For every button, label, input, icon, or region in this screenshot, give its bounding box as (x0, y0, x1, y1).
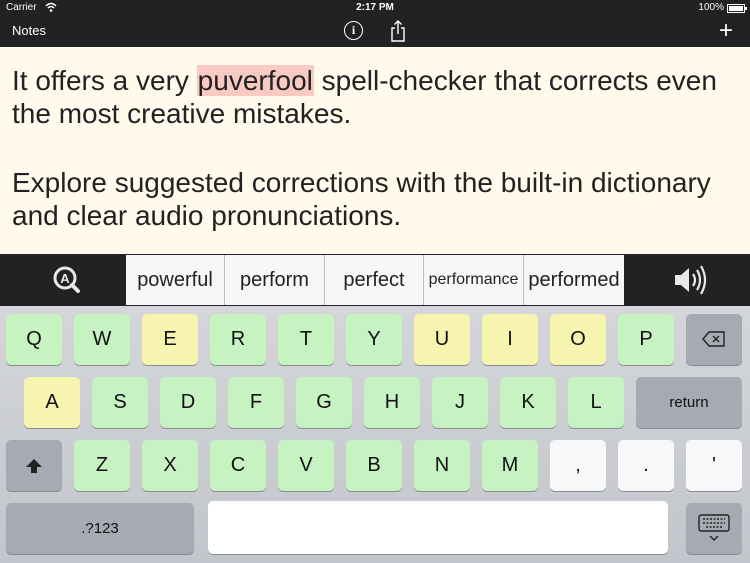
key-d[interactable]: D (160, 377, 216, 428)
note-text-area[interactable]: It offers a very puverfool spell-checker… (0, 47, 750, 254)
add-note-button[interactable]: + (719, 17, 733, 45)
svg-text:A: A (60, 271, 70, 286)
return-key[interactable]: return (636, 377, 742, 428)
suggestion-item[interactable]: powerful (126, 255, 225, 305)
suggestion-item[interactable]: performance (424, 255, 524, 305)
numbers-key[interactable]: .?123 (6, 503, 194, 554)
key-l[interactable]: L (568, 377, 624, 428)
backspace-icon (702, 331, 725, 347)
info-icon[interactable]: i (344, 21, 363, 40)
status-time: 2:17 PM (356, 2, 394, 13)
suggestion-item[interactable]: perform (225, 255, 325, 305)
misspelled-word[interactable]: puverfool (196, 65, 314, 96)
key-k[interactable]: K (500, 377, 556, 428)
key-comma[interactable]: , (550, 440, 606, 491)
keyboard: Q W E R T Y U I O P A S D F G H J K L re… (0, 306, 750, 563)
key-period[interactable]: . (618, 440, 674, 491)
space-bar[interactable] (208, 501, 668, 554)
shift-icon (26, 459, 42, 473)
key-apostrophe[interactable]: ' (686, 440, 742, 491)
suggestion-bar: A powerful perform perfect performance p… (0, 254, 750, 306)
key-g[interactable]: G (296, 377, 352, 428)
key-c[interactable]: C (210, 440, 266, 491)
key-r[interactable]: R (210, 314, 266, 365)
status-bar: Carrier 2:17 PM 100% (0, 0, 750, 16)
note-paragraph-2: Explore suggested corrections with the b… (12, 167, 711, 231)
key-q[interactable]: Q (6, 314, 62, 365)
key-b[interactable]: B (346, 440, 402, 491)
suggestion-item[interactable]: performed (524, 255, 624, 305)
key-a[interactable]: A (24, 377, 80, 428)
navigation-bar: Notes i + (0, 16, 750, 47)
key-i[interactable]: I (482, 314, 538, 365)
key-v[interactable]: V (278, 440, 334, 491)
note-paragraph-1: It offers a very puverfool spell-checker… (12, 64, 732, 130)
key-h[interactable]: H (364, 377, 420, 428)
key-z[interactable]: Z (74, 440, 130, 491)
key-o[interactable]: O (550, 314, 606, 365)
key-j[interactable]: J (432, 377, 488, 428)
key-x[interactable]: X (142, 440, 198, 491)
dismiss-keyboard-key[interactable] (686, 503, 742, 554)
battery-percent: 100% (698, 2, 724, 13)
key-p[interactable]: P (618, 314, 674, 365)
note-text: It offers a very (12, 65, 197, 96)
key-e[interactable]: E (142, 314, 198, 365)
shift-key[interactable] (6, 440, 62, 491)
key-y[interactable]: Y (346, 314, 402, 365)
key-w[interactable]: W (74, 314, 130, 365)
key-m[interactable]: M (482, 440, 538, 491)
dictionary-lookup-icon[interactable]: A (40, 254, 90, 306)
battery-icon (727, 4, 747, 13)
speaker-icon[interactable] (665, 254, 715, 306)
keyboard-dismiss-icon (698, 514, 730, 541)
key-t[interactable]: T (278, 314, 334, 365)
key-f[interactable]: F (228, 377, 284, 428)
key-n[interactable]: N (414, 440, 470, 491)
backspace-key[interactable] (686, 314, 742, 365)
key-u[interactable]: U (414, 314, 470, 365)
suggestion-item[interactable]: perfect (325, 255, 424, 305)
notes-button[interactable]: Notes (12, 23, 46, 38)
share-icon[interactable] (390, 19, 406, 43)
key-s[interactable]: S (92, 377, 148, 428)
